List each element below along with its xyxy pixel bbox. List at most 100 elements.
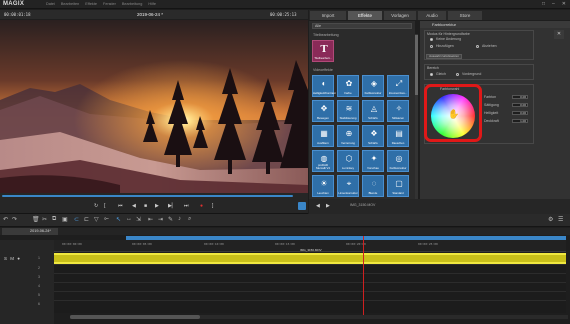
highlight-frame [424, 84, 482, 142]
tab-store[interactable]: Store [448, 11, 482, 20]
step-forward-icon[interactable]: ▶▏ [168, 203, 176, 209]
mark-out-icon[interactable]: ] [212, 203, 213, 209]
stretch-mode-icon[interactable]: ⇲ [136, 216, 141, 223]
split-icon[interactable]: ⟜ [104, 216, 109, 223]
tile-label: Blende [368, 191, 378, 195]
effect-tile[interactable]: ◎ Farbkorrektur [387, 150, 409, 172]
mouse-mode-icon[interactable]: ↖ [116, 216, 121, 223]
delete-icon[interactable]: 🗑 [32, 216, 40, 223]
effect-tile[interactable]: ◍ proDAD Mercalli V4 [312, 150, 334, 172]
hue-value[interactable]: 0.00 [512, 95, 528, 99]
video-preview[interactable] [0, 20, 308, 193]
step-back-icon[interactable]: ◀ [132, 203, 136, 209]
clip-name: IMG_3150.MOV [300, 248, 322, 252]
effect-tile[interactable]: ▤ Rauschen [387, 125, 409, 147]
minimize-icon[interactable]: – [552, 1, 555, 7]
menu-item-help[interactable]: Hilfe [148, 2, 156, 6]
tab-import[interactable]: Import [310, 11, 346, 20]
effect-tile[interactable]: ✧ Stilisieren [387, 100, 409, 122]
group-icon[interactable]: ⊏ [84, 216, 89, 223]
paste-icon[interactable]: ▣ [62, 216, 68, 223]
timeline-tabbar [0, 228, 570, 235]
close-icon[interactable]: ✕ [562, 1, 566, 7]
effect-tile[interactable]: ⊕ Verzerrung [337, 125, 359, 147]
effect-tile[interactable]: ❖ Schärfe [362, 125, 384, 147]
marker-icon[interactable]: ▽ [94, 216, 99, 223]
tab-audio[interactable]: Audio [418, 11, 446, 20]
playhead[interactable] [363, 236, 364, 316]
effects-scrollbar-thumb[interactable] [415, 35, 418, 95]
clip-edge [54, 262, 566, 264]
play-icon[interactable]: ▶ [155, 203, 159, 209]
effects-filter-select[interactable]: Alle [312, 23, 412, 29]
radio-add[interactable] [430, 45, 433, 48]
effect-tile[interactable]: ▦ Ausfiltern [312, 125, 334, 147]
menu-item-effects[interactable]: Effekte [85, 2, 97, 6]
track-solo-mute-controls[interactable]: S M ● [4, 256, 21, 261]
preview-scrubber-progress[interactable] [2, 195, 293, 197]
radio-foreground[interactable] [456, 73, 459, 76]
tile-label: Helligkeit/Kontrast [313, 91, 336, 95]
settings-icon[interactable]: ⚙ [548, 216, 553, 223]
zoom-icon[interactable]: ⌕ [188, 216, 191, 223]
range-mode-icon[interactable]: ↔ [126, 216, 132, 222]
effect-tile[interactable]: ◈ Farbkorrektur [362, 75, 384, 97]
back-icon[interactable]: ◀ [316, 203, 320, 209]
menu-item-file[interactable]: Datei [46, 2, 55, 6]
slide-mode-icon[interactable]: ⇤ [148, 216, 153, 223]
menu-item-edit[interactable]: Bearbeiten [61, 2, 79, 6]
cut-icon[interactable]: ✂ [42, 216, 47, 223]
effect-tile[interactable]: ◐ Helligkeit/Kontrast [312, 75, 336, 97]
effect-tile[interactable]: ✿ Farbe [337, 75, 359, 97]
forward-icon[interactable]: ▶ [326, 203, 330, 209]
effect-tile[interactable]: ◬ Schärfe [362, 100, 384, 122]
effect-icon: ▤ [395, 129, 403, 138]
effect-tile[interactable]: ▢ Standard [387, 175, 409, 197]
copy-icon[interactable]: ⧉ [52, 216, 56, 223]
menu-item-editing[interactable]: Bearbeitung [122, 2, 142, 6]
opacity-value[interactable]: 1.00 [512, 119, 528, 123]
skip-forward-icon[interactable]: ⏭ [184, 203, 189, 209]
effect-tile[interactable]: ☀ Leuchten [312, 175, 334, 197]
effect-tile[interactable]: ◌ Blende [362, 175, 384, 197]
effect-tile[interactable]: ⬡ Luminkey [337, 150, 359, 172]
timeline-mode-icon[interactable]: ☰ [558, 216, 563, 223]
effect-tile[interactable]: ⤢ Zoomen/Aus... [387, 75, 409, 97]
effect-tile[interactable]: ✦ Vorschau [362, 150, 384, 172]
effect-tile[interactable]: ≋ Stabilisierung [337, 100, 359, 122]
tab-effects[interactable]: Effekte [348, 11, 382, 20]
media-pool-footer [309, 199, 570, 214]
brightness-value[interactable]: 0.00 [512, 111, 528, 115]
close-icon[interactable]: ✕ [554, 30, 564, 39]
radio-equal[interactable] [430, 73, 433, 76]
roll-mode-icon[interactable]: ⇥ [158, 216, 163, 223]
mark-in-icon[interactable]: [ [104, 203, 105, 209]
radio-no-change[interactable] [430, 38, 433, 41]
link-icon[interactable]: ⊂ [74, 216, 79, 223]
effect-icon: ◬ [370, 104, 378, 113]
reset-selection-button[interactable]: Auswahl zurücksetzen [426, 54, 462, 59]
fullscreen-button[interactable] [298, 202, 306, 210]
track-number: 1 [38, 256, 40, 260]
effect-tile[interactable]: ⌖ Linsenkorrektur [337, 175, 359, 197]
saturation-value[interactable]: 0.00 [512, 103, 528, 107]
radio-subtract[interactable] [476, 45, 479, 48]
tab-project[interactable]: 2019-06-24* [2, 228, 58, 235]
stop-icon[interactable]: ■ [144, 203, 147, 209]
tile-label: Standard [392, 191, 404, 195]
undo-icon[interactable]: ↶ [3, 216, 8, 223]
redo-icon[interactable]: ↷ [12, 216, 17, 223]
ruler-label: 00:00:00:00 [62, 242, 82, 246]
tool-icon[interactable]: ✎ [168, 216, 173, 223]
timeline-scrollbar-thumb[interactable] [70, 315, 200, 319]
effect-tile[interactable]: ✥ Bewegen [312, 100, 334, 122]
title-effect-tile[interactable]: T Titelbearbeit... [312, 40, 334, 62]
volume-icon[interactable]: ♪ [178, 216, 181, 222]
menu-item-window[interactable]: Fenster [103, 2, 116, 6]
maximize-icon[interactable]: □ [542, 1, 545, 7]
record-icon[interactable]: ● [200, 203, 203, 209]
tab-templates[interactable]: Vorlagen [384, 11, 416, 20]
tile-label: Rauschen [391, 141, 405, 145]
skip-back-icon[interactable]: ⏮ [118, 203, 123, 209]
loop-icon[interactable]: ↻ [94, 203, 98, 209]
